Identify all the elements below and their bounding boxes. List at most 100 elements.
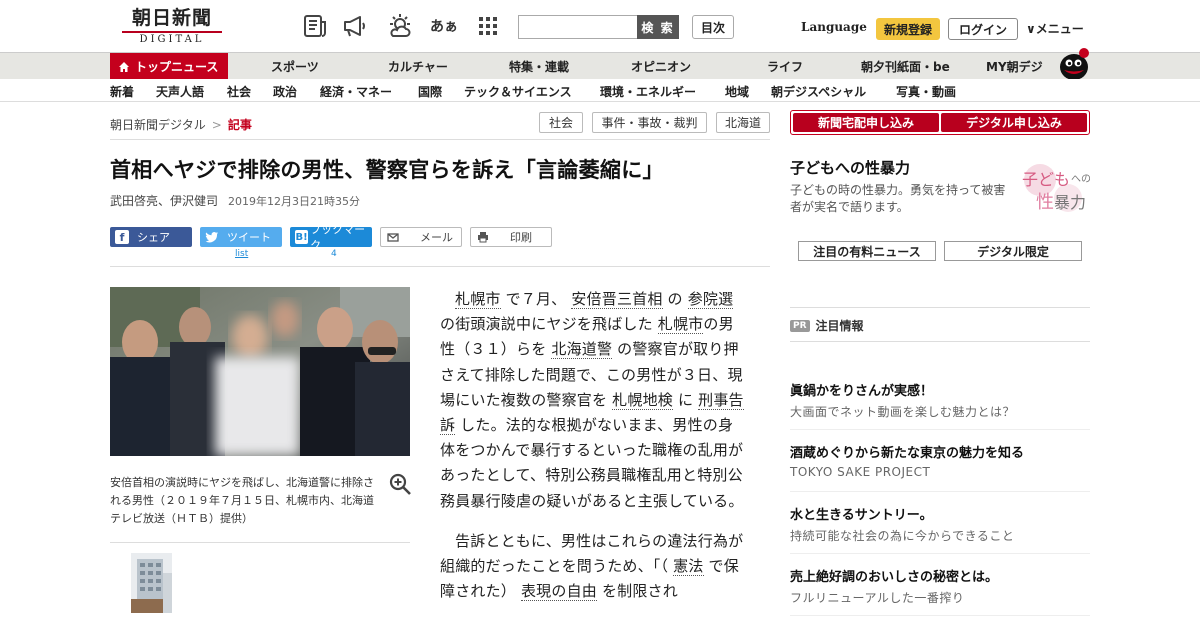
twitter-bird-icon <box>205 230 219 244</box>
paid-news-button[interactable]: 注目の有料ニュース <box>798 241 936 261</box>
font-size-icon[interactable]: あぁ <box>430 12 458 40</box>
paragraph: 札幌市 で７月、 安倍晋三首相 の 参院選 の街頭演説中にヤジを飛ばした 札幌市… <box>440 287 746 514</box>
tweet-label: ツイート <box>227 231 271 244</box>
facebook-share-button[interactable]: f シェア <box>110 227 192 247</box>
pr-item-title[interactable]: 眞鍋かをりさんが実感！ <box>790 380 933 399</box>
subnav-international[interactable]: 国際 <box>418 83 442 100</box>
zoom-icon[interactable] <box>388 472 412 496</box>
divider <box>790 491 1090 492</box>
feature-logo-text: 子ども <box>1022 171 1070 189</box>
subnav-region[interactable]: 地域 <box>725 83 749 100</box>
menu-button[interactable]: ∨メニュー <box>1026 20 1084 37</box>
subnav-tenseijingo[interactable]: 天声人語 <box>156 83 204 100</box>
mascot-icon <box>1060 48 1089 80</box>
home-delivery-button[interactable]: 新聞宅配申し込み <box>793 113 939 132</box>
feature-logo-text: への <box>1071 174 1090 185</box>
twitter-tweet-button[interactable]: ツイート <box>200 227 282 247</box>
thumbnail-photo[interactable] <box>131 553 172 613</box>
digital-only-button[interactable]: デジタル限定 <box>944 241 1082 261</box>
subnav-economy[interactable]: 経済・マネー <box>320 83 392 100</box>
logo-jp: 朝日新聞 <box>131 7 212 29</box>
pr-item-subtitle[interactable]: TOKYO SAKE PROJECT <box>790 465 930 479</box>
article-keyword-link[interactable]: 札幌市 <box>455 290 501 309</box>
weather-icon[interactable] <box>386 12 414 40</box>
divider <box>790 429 1090 430</box>
logo-divider <box>122 31 222 33</box>
nav-sports[interactable]: スポーツ <box>271 53 319 80</box>
article-photo[interactable] <box>110 287 410 456</box>
divider <box>790 341 1090 342</box>
subnav-society[interactable]: 社会 <box>227 83 251 100</box>
tag-hokkaido[interactable]: 北海道 <box>716 112 770 133</box>
article-keyword-link[interactable]: 憲法 <box>673 557 704 577</box>
nav-life[interactable]: ライフ <box>767 53 803 80</box>
hatena-bookmark-button[interactable]: B! ブックマーク <box>290 223 372 252</box>
paragraph: 告訴とともに、男性はこれらの違法行為が組織的だったことを問うため、「（ 憲法 で… <box>440 529 746 605</box>
pr-item-subtitle[interactable]: 大画面でネット動画を楽しむ魅力とは？ <box>790 403 1015 420</box>
breadcrumb: 朝日新聞デジタル > 記事 <box>110 116 252 133</box>
subnav-latest[interactable]: 新着 <box>110 83 134 100</box>
nav-my-asadigi[interactable]: MY朝デジ <box>986 53 1043 80</box>
print-label: 印刷 <box>510 231 532 244</box>
mail-share-button[interactable]: メール <box>380 227 462 247</box>
nav-top-news[interactable]: トップニュース <box>110 53 229 80</box>
subnav-environment[interactable]: 環境・エネルギー <box>600 83 696 100</box>
search-button[interactable]: 検 索 <box>637 15 679 39</box>
pr-item-subtitle[interactable]: 持続可能な社会の為に今からできること <box>790 527 1014 544</box>
breadcrumb-separator: > <box>211 118 222 132</box>
feature-description: 子どもの時の性暴力。勇気を持って被害者が実名で語ります。 <box>790 183 1006 214</box>
pr-heading: 注目情報 <box>815 319 864 333</box>
article-keyword-link[interactable]: 表現の自由 <box>520 582 597 602</box>
login-button[interactable]: ログイン <box>948 18 1018 40</box>
asahi-digital-logo[interactable]: 朝日新聞 DIGITAL <box>118 7 226 47</box>
subnav-special[interactable]: 朝デジスペシャル <box>771 83 866 100</box>
article-keyword-link[interactable]: 北海道警 <box>551 340 613 360</box>
font-size-glyph: あぁ <box>430 19 458 35</box>
article-text: した。法的な根拠がないまま、男性の身体をつかんで暴行するといった職権の乱用があっ… <box>440 416 744 510</box>
tag-society[interactable]: 社会 <box>539 112 583 133</box>
breadcrumb-current: 記事 <box>227 118 252 132</box>
search-input[interactable] <box>518 15 638 39</box>
nav-features[interactable]: 特集・連載 <box>509 53 569 80</box>
feature-logo-text: 暴力 <box>1054 194 1086 212</box>
toc-button[interactable]: 目次 <box>692 15 734 39</box>
article-keyword-link[interactable]: 安倍晋三首相 <box>571 290 663 309</box>
mail-icon <box>386 230 400 244</box>
pr-item-title[interactable]: 酒蔵めぐりから新たな東京の魅力を知る <box>790 442 1024 461</box>
pr-header: PR 注目情報 <box>790 317 864 334</box>
photo-caption: 安倍首相の演説時にヤジを飛ばし、北海道警に排除される男性（２０１９年７月１５日、… <box>110 476 374 525</box>
article-keyword-link[interactable]: 札幌地検 <box>612 390 673 410</box>
print-button[interactable]: 印刷 <box>470 227 552 247</box>
bookmark-count[interactable]: 4 <box>331 249 337 259</box>
subnav-politics[interactable]: 政治 <box>273 83 297 100</box>
feature-logo[interactable]: 子ども への 性 暴力 <box>1016 160 1091 216</box>
divider <box>110 266 770 267</box>
breadcrumb-root[interactable]: 朝日新聞デジタル <box>110 118 206 132</box>
divider <box>790 307 1090 308</box>
article-keyword-link[interactable]: 札幌市 <box>657 315 704 335</box>
article-keyword-link[interactable]: 参院選 <box>687 290 734 309</box>
pr-item-title[interactable]: 売上絶好調のおいしさの秘密とは。 <box>790 566 998 585</box>
printer-icon <box>476 230 490 244</box>
tag-incidents[interactable]: 事件・事故・裁判 <box>592 112 707 133</box>
subnav-photo-video[interactable]: 写真・動画 <box>896 83 956 100</box>
article-text: で７月、 <box>500 290 572 308</box>
pr-item-subtitle[interactable]: フルリニューアルした一番搾り <box>790 589 964 606</box>
divider <box>790 553 1090 554</box>
article-text: の <box>662 290 688 308</box>
divider <box>110 139 770 140</box>
nav-culture[interactable]: カルチャー <box>388 53 448 80</box>
newspaper-icon[interactable] <box>301 12 329 40</box>
feature-title[interactable]: 子どもへの性暴力 <box>790 157 910 178</box>
apps-grid-icon[interactable] <box>474 12 502 40</box>
site-header: 朝日新聞 DIGITAL あぁ 検 索 目次 Language 新規登録 ログイ… <box>0 0 1200 52</box>
tweet-list-link[interactable]: list <box>235 249 248 259</box>
language-link[interactable]: Language <box>801 20 867 34</box>
pr-item-title[interactable]: 水と生きるサントリー。 <box>790 504 933 523</box>
digital-subscribe-button[interactable]: デジタル申し込み <box>941 113 1087 132</box>
megaphone-icon[interactable] <box>341 12 369 40</box>
register-button[interactable]: 新規登録 <box>876 18 940 40</box>
subnav-tech-science[interactable]: テック＆サイエンス <box>464 83 572 100</box>
nav-opinion[interactable]: オピニオン <box>631 53 691 80</box>
nav-print-edition[interactable]: 朝夕刊紙面・be <box>861 53 950 80</box>
